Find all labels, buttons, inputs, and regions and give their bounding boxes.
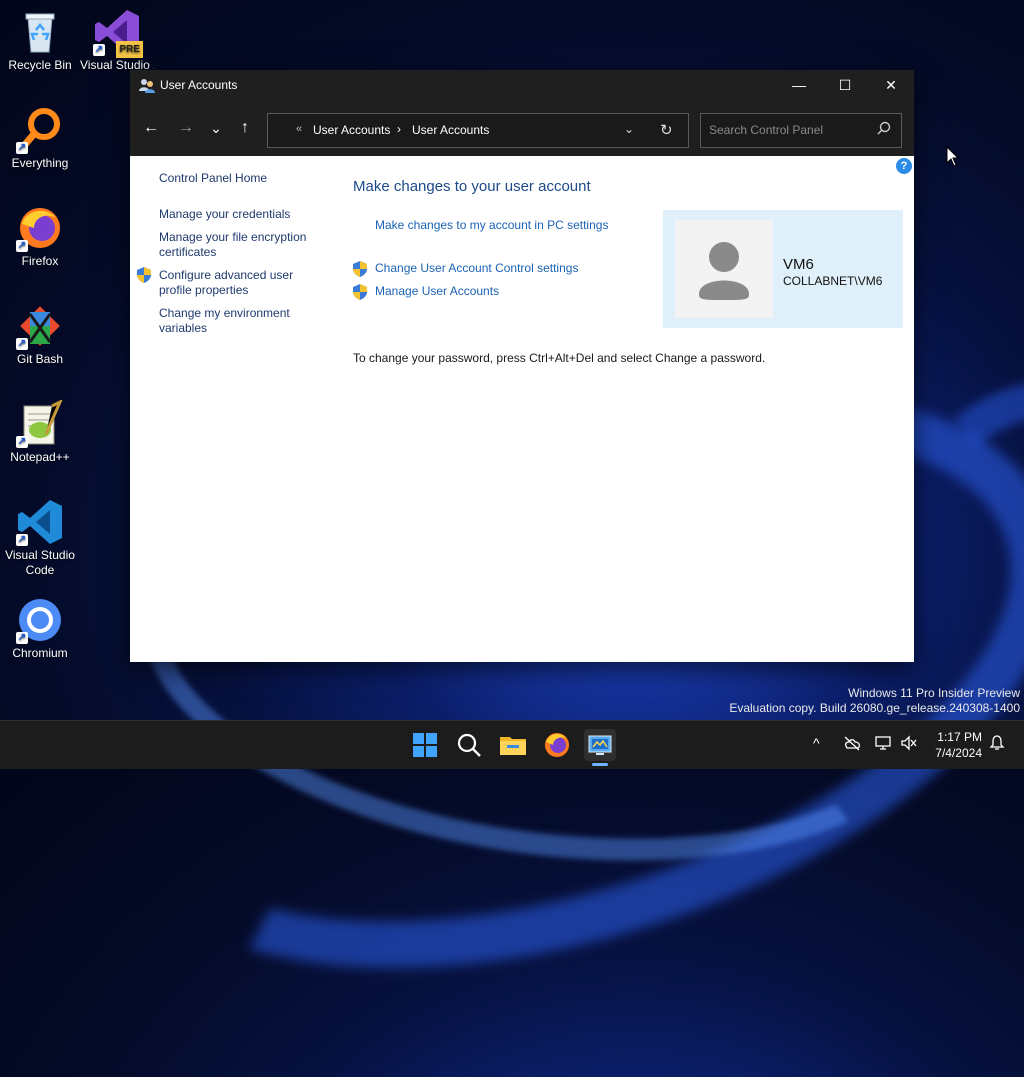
desktop-icon-chromium[interactable]: ↗ Chromium	[0, 596, 80, 661]
cloud-offline-icon[interactable]	[843, 735, 861, 751]
start-icon[interactable]	[409, 729, 441, 761]
desktop-icon-label: Notepad++	[10, 450, 70, 464]
password-info-text: To change your password, press Ctrl+Alt+…	[353, 351, 766, 365]
desktop-icon-label: Git Bash	[16, 352, 64, 366]
close-button[interactable]: ✕	[868, 70, 914, 102]
control-panel-home-link[interactable]: Control Panel Home	[159, 171, 319, 186]
control-panel-taskbar-button[interactable]	[584, 729, 616, 761]
account-card: VM6 COLLABNET\VM6	[663, 210, 903, 328]
search-placeholder: Search Control Panel	[709, 123, 824, 137]
help-icon[interactable]: ?	[896, 158, 912, 174]
notepad-plus-plus-icon: ↗	[16, 398, 64, 448]
desktop-icon-firefox[interactable]: ↗ Firefox	[0, 204, 80, 269]
avatar	[675, 220, 773, 318]
everything-icon: ↗	[16, 106, 64, 154]
shortcut-arrow-icon: ↗	[16, 338, 28, 350]
uac-shield-icon	[353, 284, 367, 300]
active-app-indicator	[592, 763, 608, 766]
user-accounts-icon	[139, 79, 155, 93]
window-title: User Accounts	[160, 78, 238, 92]
content-area: ? Control Panel Home Manage your credent…	[130, 156, 914, 662]
desktop-icon-label: Visual Studio Code	[5, 548, 75, 577]
os-watermark-line1: Windows 11 Pro Insider Preview	[848, 686, 1020, 700]
page-title: Make changes to your user account	[353, 178, 591, 195]
vscode-icon: ↗	[16, 498, 64, 546]
chromium-icon: ↗	[16, 596, 64, 644]
shortcut-arrow-icon: ↗	[16, 632, 28, 644]
os-watermark-line2: Evaluation copy. Build 26080.ge_release.…	[729, 701, 1020, 715]
notifications-bell-icon[interactable]	[989, 735, 1005, 751]
network-icon[interactable]	[874, 735, 892, 751]
shortcut-arrow-icon: ↗	[16, 436, 28, 448]
address-dropdown-icon[interactable]: ⌄	[624, 122, 634, 136]
account-name: VM6	[783, 256, 814, 273]
desktop-icon-git-bash[interactable]: ↗ Git Bash	[0, 302, 80, 367]
uac-shield-icon	[137, 267, 151, 283]
show-hidden-icons-chevron[interactable]: ^	[813, 735, 820, 751]
minimize-button[interactable]: —	[776, 70, 822, 102]
desktop-icon-notepad-plus-plus[interactable]: ↗ Notepad++	[0, 398, 80, 465]
address-bar[interactable]: « User Accounts › User Accounts ⌄ ↻	[267, 113, 689, 148]
account-domain: COLLABNET\VM6	[783, 274, 883, 288]
recycle-bin-icon	[16, 8, 64, 56]
search-icon[interactable]	[453, 729, 485, 761]
visual-studio-icon: PRE ↗	[93, 8, 143, 58]
breadcrumb-overflow-icon[interactable]: «	[296, 123, 302, 135]
file-encryption-certificates-link[interactable]: Manage your file encryption certificates	[159, 230, 319, 260]
search-input[interactable]: Search Control Panel	[700, 113, 902, 148]
user-accounts-window: User Accounts — ☐ ✕ ← → ⌄ ↑ « User Accou…	[130, 70, 914, 662]
breadcrumb-item[interactable]: User Accounts	[313, 123, 390, 137]
desktop-icon-vscode[interactable]: ↗ Visual Studio Code	[0, 498, 80, 578]
title-bar[interactable]: User Accounts — ☐ ✕	[130, 70, 914, 102]
forward-button[interactable]: →	[174, 116, 198, 140]
breadcrumb-item[interactable]: User Accounts	[412, 123, 489, 137]
git-bash-icon: ↗	[16, 302, 64, 350]
shortcut-arrow-icon: ↗	[16, 534, 28, 546]
environment-variables-link[interactable]: Change my environment variables	[159, 306, 319, 336]
mouse-pointer-icon	[946, 146, 960, 167]
shortcut-arrow-icon: ↗	[16, 240, 28, 252]
volume-muted-icon[interactable]	[900, 735, 918, 751]
preview-badge: PRE	[116, 41, 143, 58]
file-explorer-icon[interactable]	[497, 729, 529, 761]
manage-credentials-link[interactable]: Manage your credentials	[159, 207, 319, 222]
firefox-icon: ↗	[16, 204, 64, 252]
shortcut-arrow-icon: ↗	[93, 44, 105, 56]
shortcut-arrow-icon: ↗	[16, 142, 28, 154]
desktop-icon-recycle-bin[interactable]: Recycle Bin	[0, 8, 80, 73]
advanced-profile-properties-link[interactable]: Configure advanced user profile properti…	[159, 268, 319, 298]
desktop-icon-everything[interactable]: ↗ Everything	[0, 106, 80, 171]
pc-settings-link[interactable]: Make changes to my account in PC setting…	[375, 218, 608, 232]
up-button[interactable]: ↑	[233, 116, 257, 140]
breadcrumb-separator-icon[interactable]: ›	[397, 122, 401, 136]
desktop-icon-label: Firefox	[21, 254, 59, 268]
back-button[interactable]: ←	[139, 116, 163, 140]
manage-user-accounts-link[interactable]: Manage User Accounts	[375, 284, 499, 298]
clock-date: 7/4/2024	[935, 746, 982, 760]
uac-settings-link[interactable]: Change User Account Control settings	[375, 261, 578, 275]
user-avatar-icon	[699, 242, 749, 300]
desktop-icon-label: Chromium	[12, 646, 68, 660]
desktop-icon-label: Recycle Bin	[8, 58, 72, 72]
firefox-icon[interactable]	[541, 729, 573, 761]
refresh-icon[interactable]: ↻	[660, 121, 673, 139]
maximize-button[interactable]: ☐	[822, 70, 868, 102]
uac-shield-icon	[353, 261, 367, 277]
recent-locations-button[interactable]: ⌄	[204, 116, 228, 140]
clock-time: 1:17 PM	[937, 730, 982, 744]
desktop-icon-label: Everything	[11, 156, 69, 170]
taskbar: ^ 1:17 PM 7/4/2024	[0, 720, 1024, 769]
search-icon[interactable]	[877, 121, 891, 135]
control-panel-icon	[588, 735, 612, 755]
navigation-bar: ← → ⌄ ↑ « User Accounts › User Accounts …	[130, 102, 914, 157]
clock[interactable]: 1:17 PM 7/4/2024	[928, 729, 982, 761]
